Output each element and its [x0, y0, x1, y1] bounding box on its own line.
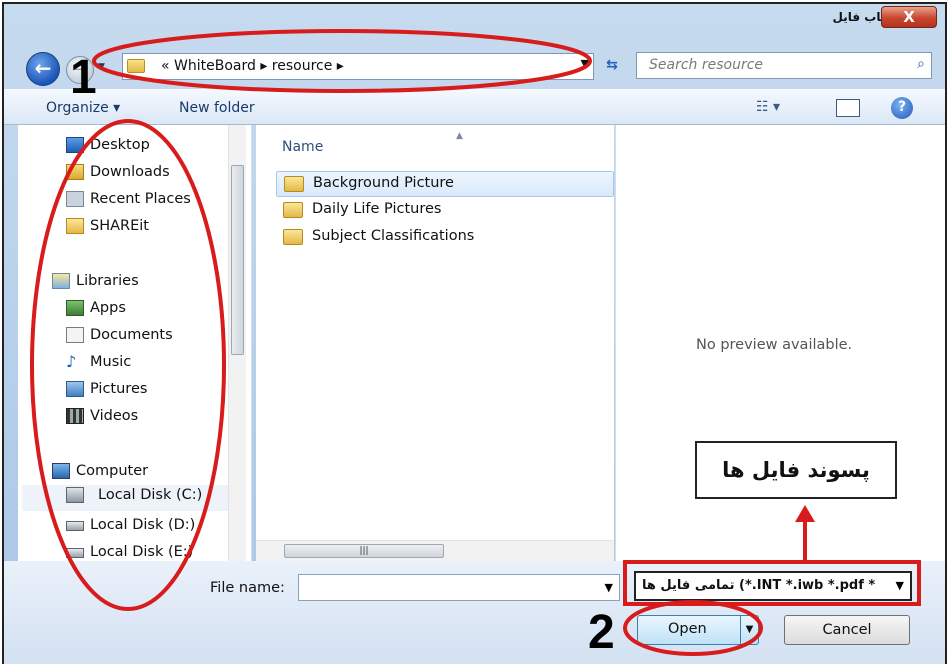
navigation-pane[interactable]: Desktop Downloads Recent Places SHAREit …: [18, 125, 252, 561]
file-name-label: File name:: [210, 580, 285, 596]
scroll-thumb[interactable]: [231, 165, 244, 355]
search-icon[interactable]: ⌕: [917, 56, 925, 72]
file-item-background-picture[interactable]: Background Picture: [276, 171, 614, 197]
libraries-icon: [52, 273, 70, 289]
folder-icon: [127, 59, 145, 73]
command-bar: Organize ▾ New folder ☷ ▾ ?: [4, 89, 945, 125]
new-folder-button[interactable]: New folder: [179, 100, 255, 116]
sidebar-scrollbar[interactable]: [228, 125, 246, 561]
file-item-daily-life-pictures[interactable]: Daily Life Pictures: [276, 198, 614, 224]
cancel-button[interactable]: Cancel: [784, 615, 910, 645]
open-button[interactable]: Open ▼: [637, 615, 759, 645]
drive-icon: [66, 548, 84, 558]
no-preview-message: No preview available.: [696, 337, 853, 353]
back-arrow-icon[interactable]: ←: [26, 52, 60, 86]
screenshot-stage: انتخاب فایل X ← → ▼ « WhiteBoard ▸ resou…: [0, 0, 949, 666]
file-open-dialog: انتخاب فایل X ← → ▼ « WhiteBoard ▸ resou…: [2, 2, 947, 664]
search-input[interactable]: Search resource ⌕: [636, 52, 932, 79]
search-placeholder: Search resource: [649, 57, 764, 73]
computer-icon: [52, 463, 70, 479]
folder-icon: [284, 176, 304, 192]
file-name-field[interactable]: ▼: [298, 574, 620, 601]
pictures-icon: [66, 381, 84, 397]
dialog-footer: File name: ▼ تمامی فایل ها (*.INT *.iwb …: [4, 561, 945, 664]
address-dropdown-icon[interactable]: ▼: [581, 57, 589, 70]
videos-icon: [66, 408, 84, 424]
annotation-label-2: 2: [588, 606, 615, 659]
title-bar[interactable]: انتخاب فایل X: [4, 4, 945, 44]
preview-pane-icon[interactable]: [836, 99, 860, 117]
recent-places-icon: [66, 191, 84, 207]
drive-icon: [66, 521, 84, 531]
history-dropdown-icon[interactable]: ▼: [98, 62, 112, 76]
folder-icon: [283, 202, 303, 218]
address-path: « WhiteBoard ▸ resource ▸: [161, 58, 344, 74]
column-header-name[interactable]: Name: [282, 139, 323, 155]
close-button[interactable]: X: [881, 6, 937, 28]
annotation-callout: پسوند فایل ها: [695, 441, 897, 499]
open-options-dropdown-icon[interactable]: ▼: [740, 616, 758, 644]
refresh-icon[interactable]: ⇆: [598, 57, 626, 77]
downloads-icon: [66, 164, 84, 180]
open-button-label: Open: [668, 621, 707, 637]
file-type-filter-value: تمامی فایل ها (*.INT *.iwb *.pdf *: [642, 578, 876, 593]
file-type-filter[interactable]: تمامی فایل ها (*.INT *.iwb *.pdf * ▼: [634, 571, 912, 601]
help-icon[interactable]: ?: [891, 97, 913, 119]
music-icon: ♪: [66, 352, 77, 371]
desktop-icon: [66, 137, 84, 153]
file-list[interactable]: Name ▲ Background Picture Daily Life Pic…: [256, 125, 614, 540]
file-name-dropdown-icon[interactable]: ▼: [605, 581, 613, 594]
horizontal-scrollbar[interactable]: |||: [256, 540, 614, 561]
file-item-subject-classifications[interactable]: Subject Classifications: [276, 225, 614, 251]
annotation-label-1: 1: [70, 51, 97, 104]
documents-icon: [66, 327, 84, 343]
folder-icon: [66, 218, 84, 234]
folder-icon: [283, 229, 303, 245]
drive-icon: [66, 487, 84, 503]
views-button[interactable]: ☷ ▾: [756, 99, 780, 115]
address-bar[interactable]: « WhiteBoard ▸ resource ▸ ▼: [122, 53, 594, 80]
filter-dropdown-icon[interactable]: ▼: [896, 579, 904, 592]
sort-ascending-icon: ▲: [456, 131, 463, 141]
scroll-thumb[interactable]: |||: [284, 544, 444, 558]
sidebar-item-local-disk-c[interactable]: Local Disk (C:): [22, 485, 228, 511]
apps-icon: [66, 300, 84, 316]
